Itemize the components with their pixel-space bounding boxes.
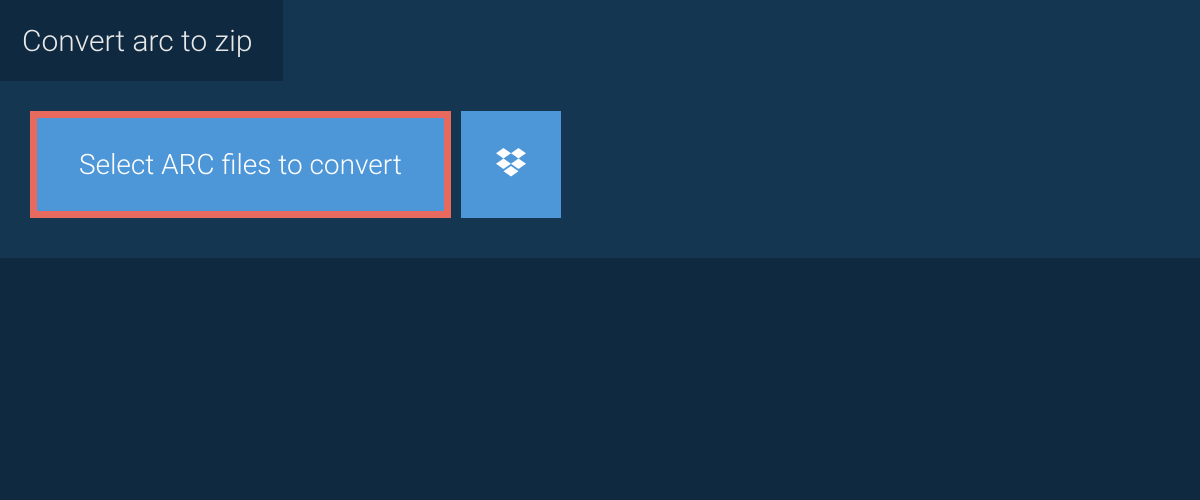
- dropbox-icon: [493, 145, 529, 185]
- action-row: Select ARC files to convert: [0, 81, 1200, 218]
- page-title: Convert arc to zip: [22, 24, 253, 59]
- select-files-label: Select ARC files to convert: [79, 148, 402, 181]
- dropbox-button[interactable]: [461, 111, 561, 218]
- select-files-button[interactable]: Select ARC files to convert: [30, 111, 451, 218]
- page-title-tab: Convert arc to zip: [0, 0, 283, 81]
- converter-panel: Convert arc to zip Select ARC files to c…: [0, 0, 1200, 258]
